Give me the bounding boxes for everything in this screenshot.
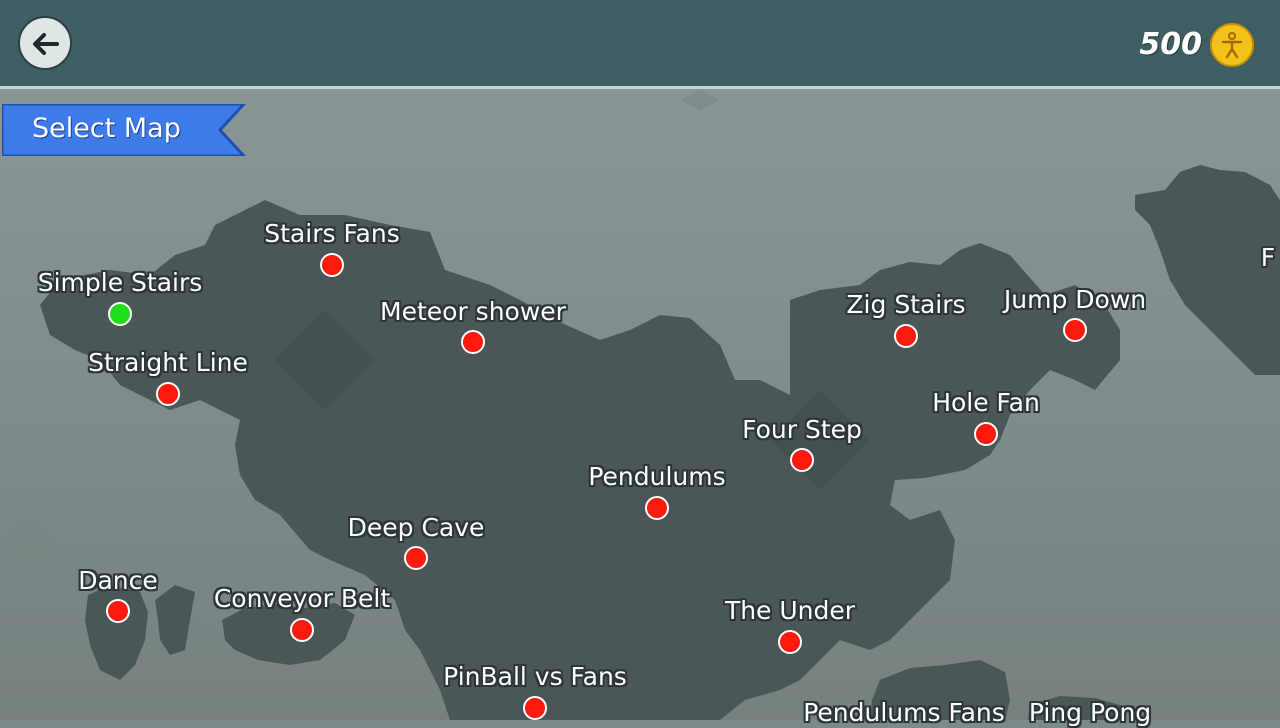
level-label: Ping Pong	[1028, 698, 1152, 727]
level-label: Pendulums	[588, 462, 726, 491]
level-label: Stairs Fans	[264, 219, 400, 248]
coin-count: 500	[1139, 27, 1202, 62]
level-label: Pendulums Fans	[803, 698, 1005, 727]
person-coin-icon	[1210, 23, 1254, 67]
level-label: Straight Line	[88, 348, 248, 377]
level-label: Hole Fan	[932, 388, 1040, 417]
level-node-pinball-vs-fans[interactable]	[523, 696, 547, 720]
level-label: F	[1260, 243, 1276, 272]
level-label: Conveyor Belt	[213, 584, 391, 613]
select-map-banner: Select Map	[2, 104, 246, 156]
map-terrain	[0, 89, 1280, 720]
banner-title: Select Map	[32, 113, 181, 144]
level-label: PinBall vs Fans	[443, 662, 627, 691]
level-label: Jump Down	[1003, 285, 1147, 314]
arrow-left-icon	[33, 33, 59, 55]
level-label: Deep Cave	[347, 513, 485, 542]
level-label: Simple Stairs	[37, 268, 203, 297]
level-node-zig-stairs[interactable]	[894, 324, 918, 348]
level-label: Dance	[78, 566, 158, 595]
top-bar: 500	[0, 0, 1280, 89]
back-button[interactable]	[18, 16, 72, 70]
level-node-deep-cave[interactable]	[404, 546, 428, 570]
level-node-simple-stairs[interactable]	[108, 302, 132, 326]
level-label: Zig Stairs	[846, 290, 966, 319]
level-node-stairs-fans[interactable]	[320, 253, 344, 277]
level-label: Meteor shower	[380, 297, 566, 326]
level-node-meteor-shower[interactable]	[461, 330, 485, 354]
level-label: Four Step	[742, 415, 862, 444]
level-node-dance[interactable]	[106, 599, 130, 623]
level-node-the-under[interactable]	[778, 630, 802, 654]
level-label: The Under	[724, 596, 856, 625]
level-node-pendulums[interactable]	[645, 496, 669, 520]
world-map	[0, 89, 1280, 720]
level-node-hole-fan[interactable]	[974, 422, 998, 446]
level-node-conveyor-belt[interactable]	[290, 618, 314, 642]
level-node-jump-down[interactable]	[1063, 318, 1087, 342]
level-node-straight-line[interactable]	[156, 382, 180, 406]
level-node-four-step[interactable]	[790, 448, 814, 472]
